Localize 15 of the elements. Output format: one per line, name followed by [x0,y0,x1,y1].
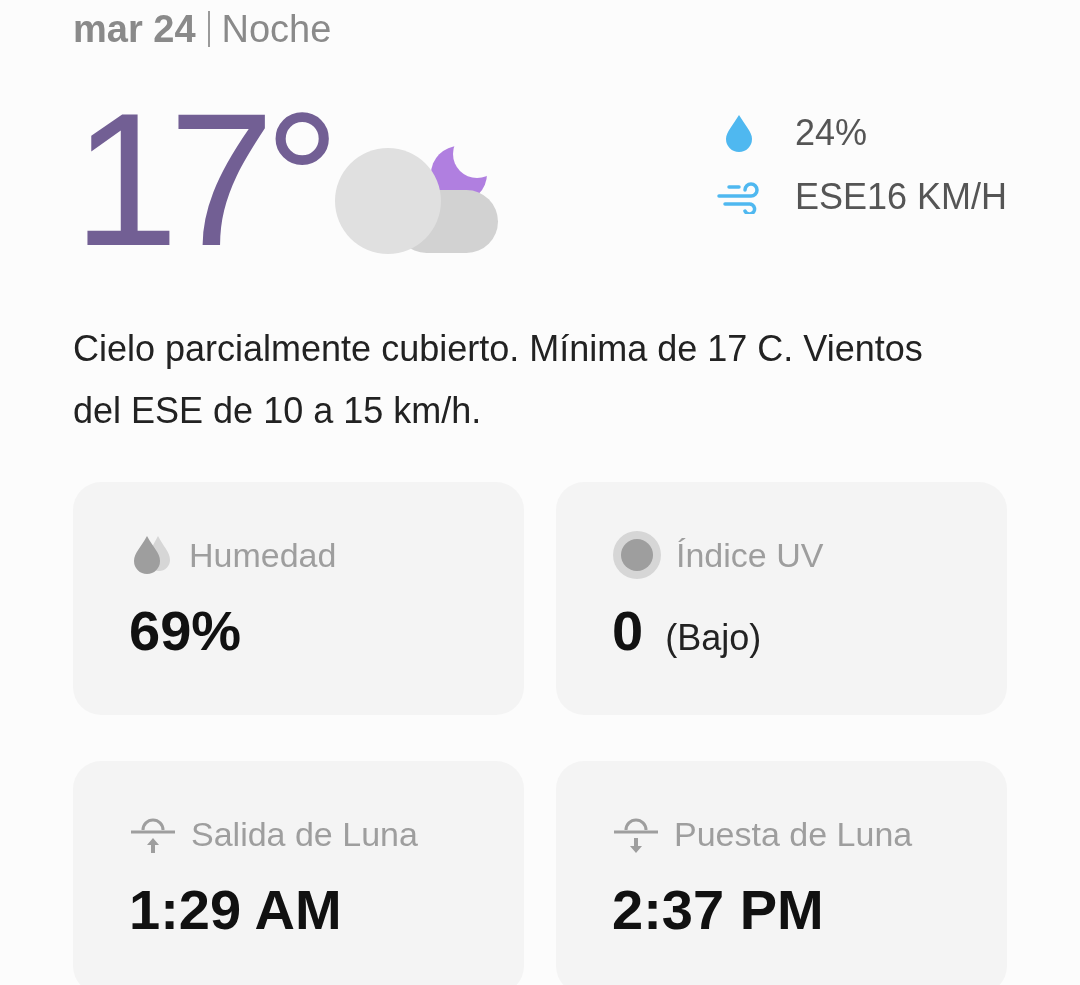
card-value: 2:37 PM [612,877,824,942]
temperature: 17° [73,84,332,274]
card-label: Índice UV [676,535,824,575]
date: mar 24 [73,7,196,51]
time-of-day: Noche [221,7,332,51]
card-label: Salida de Luna [191,814,418,854]
card-value: 0 [612,598,644,663]
card-label: Humedad [189,535,337,575]
card-value: 69% [129,598,242,663]
forecast-description: Cielo parcialmente cubierto. Mínima de 17 C. Vientos del ESE de 10 a 15 km/h. [73,327,923,433]
precipitation-chance: 24% [794,112,867,154]
wind-speed: ESE16 KM/H [794,176,1007,218]
card-label: Puesta de Luna [674,814,913,854]
card-value: 1:29 AM [129,877,342,942]
card-note: (Bajo) [665,617,762,659]
